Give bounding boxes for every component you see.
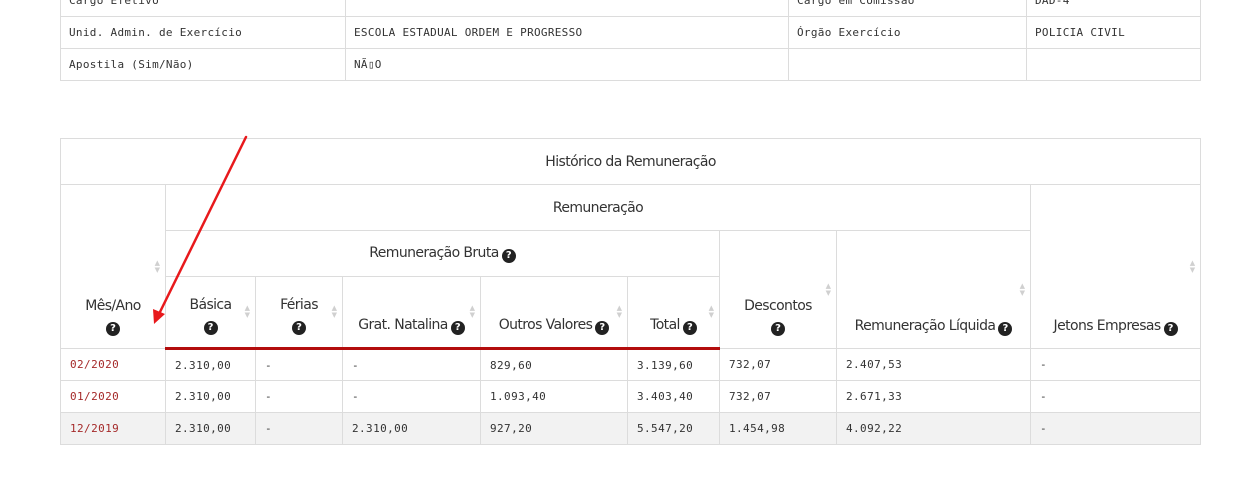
cell-basica: 2.310,00 — [165, 412, 256, 445]
cell-outros-valores: 829,60 — [480, 348, 628, 381]
sort-icon[interactable]: ▲ ▼ — [1018, 282, 1026, 297]
question-icon[interactable]: ? — [771, 322, 785, 336]
cell-ferias: - — [255, 412, 343, 445]
cell-mes-ano[interactable]: 02/2020 — [60, 348, 166, 381]
cell-jetons: - — [1029, 412, 1202, 445]
question-icon[interactable]: ? — [203, 321, 218, 335]
info-row: Apostila (Sim/Não) NÃ▯O — [60, 48, 1201, 81]
server-info-table: Cargo Efetivo Cargo em Comissão DAD-4 Un… — [60, 0, 1201, 81]
cell-grat-natalina: - — [342, 348, 481, 381]
column-header-descontos[interactable]: Descontos ? ▲ ▼ — [719, 230, 837, 349]
question-icon[interactable]: ? — [595, 321, 610, 335]
column-header-ferias[interactable]: Férias ? ▲ ▼ — [255, 276, 343, 350]
question-icon[interactable]: ? — [501, 248, 516, 263]
info-label: Cargo em Comissão — [788, 0, 1027, 17]
cell-basica: 2.310,00 — [165, 348, 256, 381]
question-icon[interactable]: ? — [106, 322, 120, 336]
sort-icon[interactable]: ▲ ▼ — [824, 282, 832, 297]
info-row: Unid. Admin. de Exercício ESCOLA ESTADUA… — [60, 16, 1201, 49]
cell-liquida: 2.407,53 — [836, 348, 1031, 381]
cell-outros-valores: 927,20 — [480, 412, 628, 445]
cell-mes-ano[interactable]: 12/2019 — [60, 412, 166, 445]
info-value — [345, 0, 789, 17]
cell-mes-ano[interactable]: 01/2020 — [60, 380, 166, 413]
table-row: 12/2019 2.310,00 - 2.310,00 927,20 5.547… — [60, 412, 1202, 445]
cell-ferias: - — [255, 348, 343, 381]
question-icon[interactable]: ? — [682, 321, 697, 335]
column-header-basica[interactable]: Básica ? ▲ ▼ — [165, 276, 256, 350]
info-value: POLICIA CIVIL — [1026, 16, 1201, 49]
table-row: 02/2020 2.310,00 - - 829,60 3.139,60 732… — [60, 348, 1202, 381]
sort-icon[interactable]: ▲ ▼ — [1188, 259, 1196, 274]
info-label: Cargo Efetivo — [60, 0, 346, 17]
info-label: Unid. Admin. de Exercício — [60, 16, 346, 49]
cell-descontos: 732,07 — [719, 380, 837, 413]
info-row: Cargo Efetivo Cargo em Comissão DAD-4 — [60, 0, 1201, 17]
cell-outros-valores: 1.093,40 — [480, 380, 628, 413]
cell-jetons: - — [1029, 380, 1202, 413]
question-icon[interactable]: ? — [292, 321, 306, 335]
group-header-remuneracao-bruta: Remuneração Bruta? — [165, 230, 720, 277]
info-value: ESCOLA ESTADUAL ORDEM E PROGRESSO — [345, 16, 789, 49]
table-title: Histórico da Remuneração — [59, 138, 1202, 185]
info-value: DAD-4 — [1026, 0, 1201, 17]
sort-icon[interactable]: ▲ ▼ — [243, 305, 251, 319]
cell-grat-natalina: 2.310,00 — [342, 412, 481, 445]
cell-descontos: 1.454,98 — [719, 412, 837, 445]
cell-jetons: - — [1029, 348, 1202, 381]
group-header-remuneracao: Remuneração — [165, 184, 1031, 231]
cell-total: 5.547,20 — [627, 412, 720, 445]
sort-icon[interactable]: ▲ ▼ — [707, 305, 715, 319]
info-value — [1026, 48, 1201, 81]
cell-grat-natalina: - — [342, 380, 481, 413]
column-header-jetons[interactable]: Jetons Empresas? ▲ ▼ — [1029, 184, 1202, 349]
question-icon[interactable]: ? — [450, 321, 465, 335]
sort-icon[interactable]: ▲ ▼ — [153, 259, 161, 274]
info-label: Apostila (Sim/Não) — [60, 48, 346, 81]
column-header-grat-natalina[interactable]: Grat. Natalina? ▲ ▼ — [342, 276, 481, 350]
question-icon[interactable]: ? — [998, 322, 1013, 336]
cell-liquida: 4.092,22 — [836, 412, 1031, 445]
column-header-mes-ano[interactable]: Mês/Ano ? ▲ ▼ — [60, 184, 166, 349]
info-value: NÃ▯O — [345, 48, 789, 81]
sort-icon[interactable]: ▲ ▼ — [468, 305, 476, 319]
cell-total: 3.139,60 — [627, 348, 720, 381]
cell-descontos: 732,07 — [719, 348, 837, 381]
column-header-outros-valores[interactable]: Outros Valores? ▲ ▼ — [480, 276, 628, 350]
cell-ferias: - — [255, 380, 343, 413]
column-header-liquida[interactable]: Remuneração Líquida? ▲ ▼ — [836, 230, 1031, 349]
sort-icon[interactable]: ▲ ▼ — [330, 305, 338, 319]
question-icon[interactable]: ? — [1163, 322, 1178, 336]
cell-liquida: 2.671,33 — [836, 380, 1031, 413]
info-label — [788, 48, 1027, 81]
cell-total: 3.403,40 — [627, 380, 720, 413]
cell-basica: 2.310,00 — [165, 380, 256, 413]
info-label: Órgão Exercício — [788, 16, 1027, 49]
sort-icon[interactable]: ▲ ▼ — [615, 305, 623, 319]
table-row: 01/2020 2.310,00 - - 1.093,40 3.403,40 7… — [60, 380, 1202, 413]
remuneration-history-table: Histórico da Remuneração Mês/Ano ? ▲ ▼ Re… — [59, 138, 1202, 445]
column-header-total[interactable]: Total? ▲ ▼ — [627, 276, 720, 350]
